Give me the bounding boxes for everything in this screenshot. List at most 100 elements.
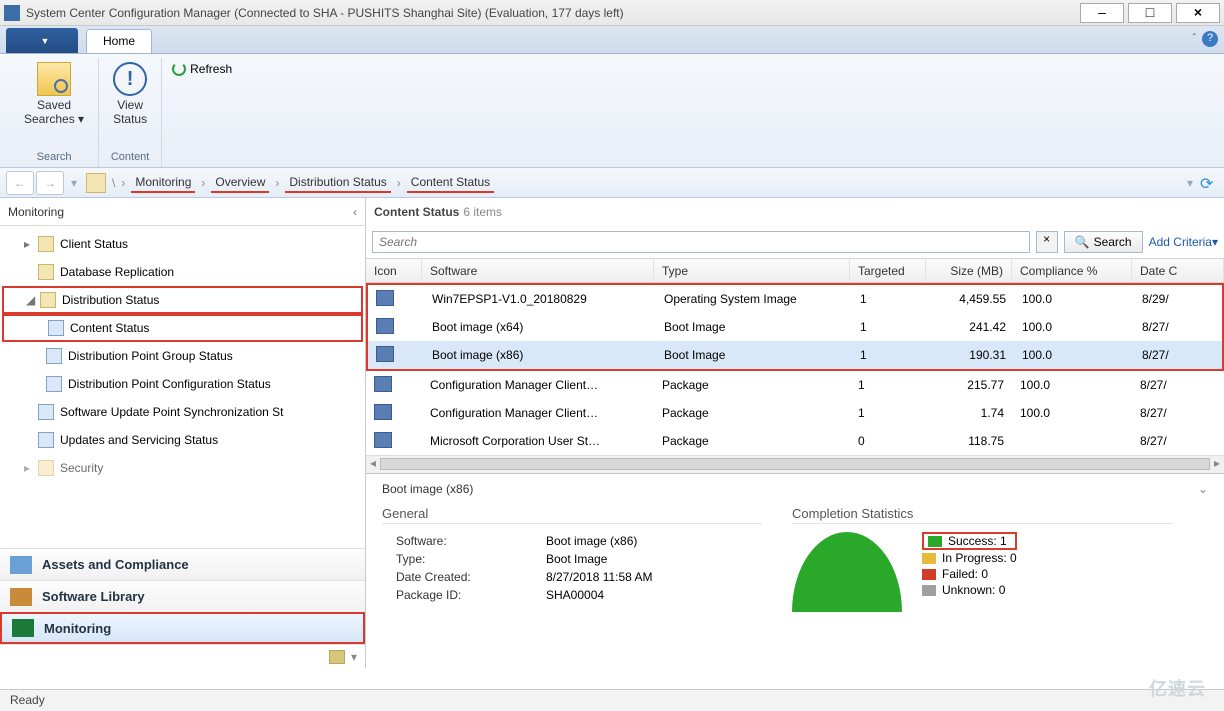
table-row[interactable]: Boot image (x64)Boot Image1241.42100.08/… bbox=[368, 313, 1222, 341]
expand-icon: ▸ bbox=[24, 461, 36, 475]
file-menu[interactable]: ▼ bbox=[6, 28, 78, 53]
col-size[interactable]: Size (MB) bbox=[926, 259, 1012, 282]
col-targeted[interactable]: Targeted bbox=[850, 259, 926, 282]
pane-title: Monitoring bbox=[8, 205, 64, 219]
clear-search-button[interactable]: × bbox=[1036, 231, 1058, 253]
tab-home[interactable]: Home bbox=[86, 29, 152, 53]
breadcrumb-seg[interactable]: Content Status bbox=[407, 173, 494, 193]
tree-item-updates[interactable]: Updates and Servicing Status bbox=[2, 426, 363, 454]
minimize-button[interactable]: – bbox=[1080, 3, 1124, 23]
table-row[interactable]: Win7EPSP1-V1.0_20180829Operating System … bbox=[368, 285, 1222, 313]
table-row[interactable]: Microsoft Corporation User St…Package011… bbox=[366, 427, 1224, 455]
window-title: System Center Configuration Manager (Con… bbox=[26, 6, 1076, 20]
view-status-button[interactable]: ! View Status bbox=[109, 58, 151, 128]
update-icon bbox=[38, 432, 54, 448]
main-split: Monitoring ‹ ▸Client Status Database Rep… bbox=[0, 198, 1224, 668]
monitoring-icon bbox=[12, 619, 34, 637]
history-dropdown[interactable]: ▾ bbox=[66, 171, 82, 195]
pane-header: Monitoring ‹ bbox=[0, 198, 365, 226]
ribbon-group-search: Saved Searches ▾ Search bbox=[10, 58, 99, 167]
label: Date Created: bbox=[396, 570, 546, 584]
tree-item-dp-group[interactable]: Distribution Point Group Status bbox=[2, 342, 363, 370]
table-row[interactable]: Configuration Manager Client…Package1215… bbox=[366, 371, 1224, 399]
scroll-right-icon: ▸ bbox=[1210, 456, 1224, 472]
forward-button[interactable]: → bbox=[36, 171, 64, 195]
breadcrumb-seg[interactable]: Monitoring bbox=[131, 173, 195, 193]
tree-item-distribution-status[interactable]: ◢Distribution Status bbox=[2, 286, 363, 314]
tree-item-dp-config[interactable]: Distribution Point Configuration Status bbox=[2, 370, 363, 398]
tree-item-db-replication[interactable]: Database Replication bbox=[2, 258, 363, 286]
tree-item-security[interactable]: ▸Security bbox=[2, 454, 363, 482]
admin-icon[interactable] bbox=[329, 650, 345, 664]
status-icon bbox=[46, 348, 62, 364]
folder-icon bbox=[38, 236, 54, 252]
table-row[interactable]: Boot image (x86)Boot Image1190.31100.08/… bbox=[368, 341, 1222, 369]
value: Boot Image bbox=[546, 552, 607, 566]
chevron-down-icon: ▾ bbox=[1212, 235, 1218, 249]
pie-chart bbox=[792, 532, 902, 612]
tree-item-sup-sync[interactable]: Software Update Point Synchronization St bbox=[2, 398, 363, 426]
expand-icon: ▸ bbox=[24, 237, 36, 251]
table-row[interactable]: Configuration Manager Client…Package11.7… bbox=[366, 399, 1224, 427]
label: Package ID: bbox=[396, 588, 546, 602]
saved-searches-label: Saved Searches bbox=[24, 98, 75, 126]
package-icon bbox=[374, 432, 392, 448]
col-date[interactable]: Date C bbox=[1132, 259, 1224, 282]
folder-icon bbox=[40, 292, 56, 308]
ribbon-group-label: Content bbox=[111, 149, 150, 167]
close-button[interactable]: × bbox=[1176, 3, 1220, 23]
search-icon: 🔍 bbox=[1075, 235, 1090, 249]
legend-progress: In Progress: 0 bbox=[922, 550, 1017, 566]
chevron-down-icon: ▼ bbox=[41, 36, 50, 46]
breadcrumb: \› Monitoring› Overview› Distribution St… bbox=[112, 173, 1182, 193]
section-heading: General bbox=[382, 506, 762, 524]
package-icon bbox=[374, 404, 392, 420]
collapse-icon[interactable]: ‹ bbox=[353, 205, 357, 219]
horizontal-scrollbar[interactable]: ◂▸ bbox=[366, 455, 1224, 473]
breadcrumb-seg[interactable]: Overview bbox=[211, 173, 269, 193]
scroll-thumb[interactable] bbox=[380, 458, 1210, 470]
saved-searches-button[interactable]: Saved Searches ▾ bbox=[20, 58, 88, 128]
wunderbar-assets[interactable]: Assets and Compliance bbox=[0, 548, 365, 580]
ribbon: Saved Searches ▾ Search ! View Status Co… bbox=[0, 54, 1224, 168]
tree: ▸Client Status Database Replication ◢Dis… bbox=[0, 226, 365, 508]
refresh-button[interactable]: Refresh bbox=[172, 62, 232, 76]
search-input[interactable] bbox=[372, 231, 1030, 253]
library-icon bbox=[10, 588, 32, 606]
swatch-icon bbox=[922, 569, 936, 580]
status-bar: Ready bbox=[0, 689, 1224, 711]
ribbon-collapse-icon[interactable]: ˆ bbox=[1193, 33, 1196, 44]
col-icon[interactable]: Icon bbox=[366, 259, 422, 282]
value: SHA00004 bbox=[546, 588, 604, 602]
package-icon bbox=[376, 290, 394, 306]
breadcrumb-dropdown[interactable]: ▾ bbox=[1182, 171, 1198, 195]
add-criteria-link[interactable]: Add Criteria ▾ bbox=[1149, 235, 1218, 249]
refresh-icon[interactable]: ⟳ bbox=[1200, 174, 1218, 192]
navigation-pane: Monitoring ‹ ▸Client Status Database Rep… bbox=[0, 198, 366, 668]
collapse-icon[interactable]: ⌄ bbox=[1198, 482, 1208, 496]
col-type[interactable]: Type bbox=[654, 259, 850, 282]
content-pane: Content Status 6 items × 🔍Search Add Cri… bbox=[366, 198, 1224, 668]
refresh-label: Refresh bbox=[190, 62, 232, 76]
wunderbar-monitoring[interactable]: Monitoring bbox=[0, 612, 365, 644]
assets-icon bbox=[10, 556, 32, 574]
folder-icon bbox=[38, 264, 54, 280]
title-bar: System Center Configuration Manager (Con… bbox=[0, 0, 1224, 26]
content-grid: Icon Software Type Targeted Size (MB) Co… bbox=[366, 258, 1224, 473]
wunderbar-library[interactable]: Software Library bbox=[0, 580, 365, 612]
breadcrumb-seg[interactable]: Distribution Status bbox=[285, 173, 390, 193]
options-icon[interactable]: ▾ bbox=[351, 650, 357, 664]
col-software[interactable]: Software bbox=[422, 259, 654, 282]
back-button[interactable]: ← bbox=[6, 171, 34, 195]
tree-item-client-status[interactable]: ▸Client Status bbox=[2, 230, 363, 258]
search-button[interactable]: 🔍Search bbox=[1064, 231, 1143, 253]
tree-item-content-status[interactable]: Content Status bbox=[2, 314, 363, 342]
folder-search-icon bbox=[37, 62, 71, 96]
col-compliance[interactable]: Compliance % bbox=[1012, 259, 1132, 282]
help-icon[interactable]: ? bbox=[1202, 31, 1218, 47]
label: Software: bbox=[396, 534, 546, 548]
status-icon bbox=[46, 376, 62, 392]
collapse-icon: ◢ bbox=[26, 293, 38, 307]
package-icon bbox=[374, 376, 392, 392]
maximize-button[interactable]: □ bbox=[1128, 3, 1172, 23]
